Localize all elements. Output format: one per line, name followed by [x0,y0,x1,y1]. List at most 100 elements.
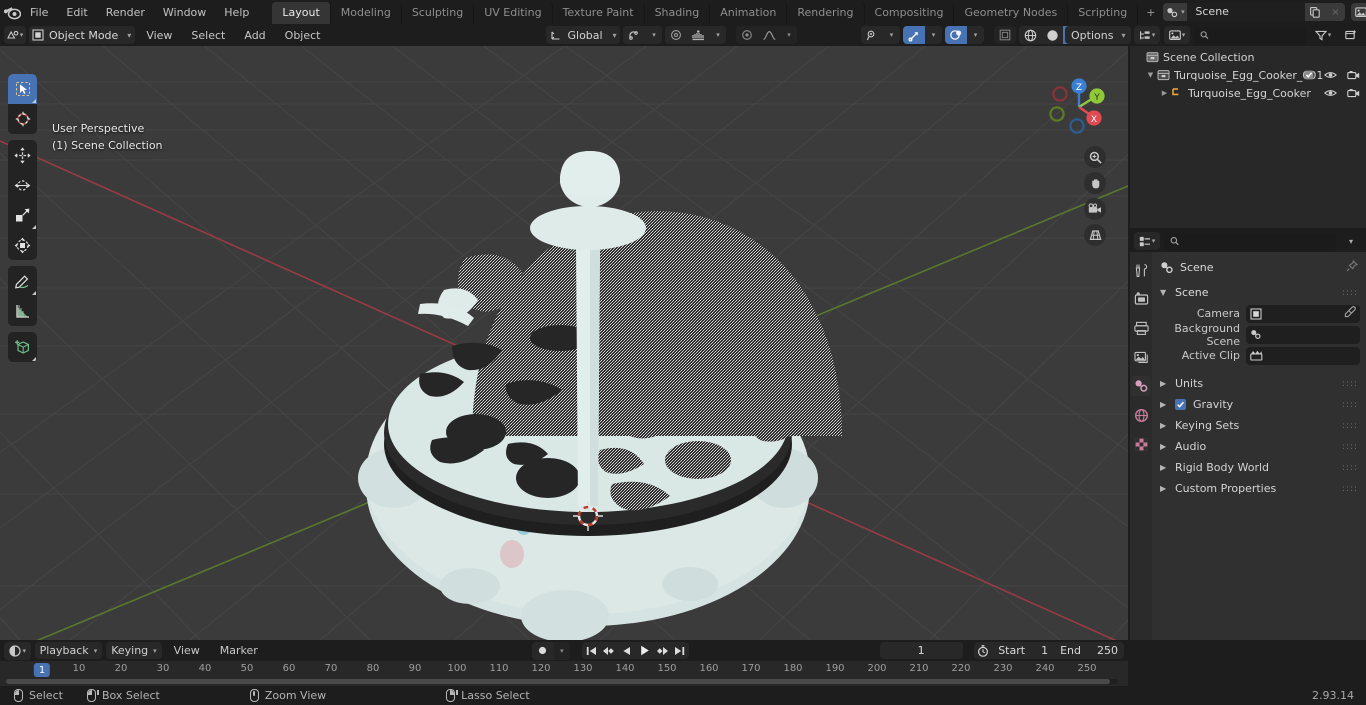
outliner-row-collection[interactable]: ▼ Turquoise_Egg_Cooker_001 [1130,66,1366,84]
tool-scale[interactable] [8,200,37,230]
gizmo-dropdown[interactable]: ▾ [925,26,942,44]
eye-icon[interactable] [1324,70,1337,80]
add-workspace-button[interactable]: + [1138,2,1163,24]
disclosure-triangle-icon[interactable]: ▼ [1144,71,1157,79]
transform-orientation-group[interactable]: Global ▾ [546,26,621,44]
menu-window[interactable]: Window [154,3,215,22]
tab-sculpting[interactable]: Sculpting [402,2,475,24]
shading-wireframe-icon[interactable] [1019,26,1041,44]
hand-icon[interactable] [1084,172,1106,194]
tool-add-cube[interactable] [8,332,37,362]
section-keying-sets[interactable]: ▶ Keying Sets :::: [1152,415,1366,436]
playhead-label[interactable]: 1 [33,663,51,677]
viewport-menu-object[interactable]: Object [277,26,329,45]
timeline-editor[interactable]: ▾ Playback ▾ Keying ▾ View Marker ▾ 1 St… [0,640,1128,686]
tab-modeling[interactable]: Modeling [331,2,402,24]
proportional-falloff-icon[interactable] [687,26,710,44]
use-preview-range-button[interactable] [974,642,992,659]
play-button[interactable] [635,642,653,659]
scene-panel-header[interactable]: ▼ Scene :::: [1152,283,1366,302]
properties-tab-tool[interactable] [1131,260,1151,280]
snap-group[interactable]: ▾ [623,26,663,44]
menu-render[interactable]: Render [97,3,154,22]
snap-dropdown[interactable]: ▾ [645,26,663,44]
properties-tab-texture[interactable] [1131,434,1151,454]
tool-transform[interactable] [8,230,37,260]
timeline-ruler[interactable]: 1 10 20 30 40 50 60 70 80 90 100 110 120… [0,661,1128,679]
gravity-checkbox[interactable] [1175,399,1186,410]
jump-to-start-button[interactable] [582,642,600,659]
proportional-editing-icon[interactable] [665,26,688,44]
record-group[interactable]: ▾ [531,641,571,660]
falloff-dropdown[interactable]: ▾ [780,26,798,44]
timeline-menu-view[interactable]: View [166,641,208,660]
3d-viewport[interactable]: User Perspective (1) Scene Collection Z … [0,46,1128,640]
proportional-dropdown[interactable]: ▾ [709,26,727,44]
options-dropdown[interactable]: Options ▾ [1065,26,1132,44]
properties-tab-output[interactable] [1131,318,1151,338]
timeline-scrollbar[interactable] [6,679,1118,684]
disclosure-triangle-icon[interactable]: ▶ [1160,463,1168,472]
outliner-new-collection-button[interactable] [1340,26,1362,44]
tab-compositing[interactable]: Compositing [865,2,955,24]
tab-geometry-nodes[interactable]: Geometry Nodes [954,2,1069,24]
xray-toggle-icon[interactable] [994,26,1016,44]
timeline-menu-marker[interactable]: Marker [212,641,266,660]
viewport-menu-view[interactable]: View [138,26,180,45]
outliner-editor-type-button[interactable]: ▾ [1134,26,1160,44]
blender-logo-icon[interactable] [4,1,21,23]
zoom-icon[interactable] [1084,146,1106,168]
previous-keyframe-button[interactable] [600,642,618,659]
pin-icon[interactable] [1346,259,1359,275]
tab-uv-editing[interactable]: UV Editing [474,2,553,24]
drag-handle-icon[interactable]: :::: [1342,463,1358,472]
visibility-group[interactable]: ▾ [861,26,900,44]
section-gravity[interactable]: ▶ Gravity :::: [1152,394,1366,415]
play-reverse-button[interactable] [618,642,636,659]
properties-tab-scene[interactable] [1131,376,1151,396]
disclosure-triangle-icon[interactable]: ▶ [1160,442,1168,451]
tool-cursor[interactable] [8,104,37,134]
keying-dropdown[interactable]: Keying ▾ [106,642,162,659]
navigation-gizmo[interactable]: Z Y X [1042,70,1116,144]
tool-move[interactable] [8,140,37,170]
scene-icon[interactable]: ▾ [1163,3,1188,21]
tab-shading[interactable]: Shading [645,2,711,24]
next-keyframe-button[interactable] [653,642,671,659]
outliner-search-input[interactable] [1194,26,1306,44]
camera-icon[interactable] [1347,70,1360,80]
playback-transport[interactable] [582,642,689,659]
outliner-row-object[interactable]: ▶ Turquoise_Egg_Cooker [1130,84,1366,102]
viewport-menu-add[interactable]: Add [236,26,273,45]
menu-edit[interactable]: Edit [57,3,96,22]
outliner-row-scene-collection[interactable]: Scene Collection [1130,48,1366,66]
frame-range-group[interactable]: Start 1 End 250 [974,642,1124,659]
editor-type-button[interactable]: ▾ [4,26,26,44]
drag-handle-icon[interactable]: :::: [1342,379,1358,388]
timeline-editor-type-button[interactable]: ▾ [4,641,31,660]
properties-tab-view-layer[interactable] [1131,347,1151,367]
shading-solid-icon[interactable] [1041,26,1063,44]
tool-annotate[interactable] [8,266,37,296]
section-custom-properties[interactable]: ▶ Custom Properties :::: [1152,478,1366,499]
visibility-dropdown[interactable]: ▾ [883,26,900,44]
tab-rendering[interactable]: Rendering [787,2,865,24]
section-rigid-body-world[interactable]: ▶ Rigid Body World :::: [1152,457,1366,478]
tool-measure[interactable] [8,296,37,326]
camera-icon[interactable] [1347,88,1360,98]
outliner-display-mode-button[interactable]: ▾ [1164,26,1190,44]
section-audio[interactable]: ▶ Audio :::: [1152,436,1366,457]
disclosure-triangle-icon[interactable]: ▼ [1160,288,1169,297]
camera-icon[interactable] [1084,198,1106,220]
extra-group[interactable]: ▾ [736,26,798,44]
auto-keying-button[interactable] [531,641,554,660]
gizmo-group[interactable]: ▾ [903,26,942,44]
disclosure-triangle-icon[interactable]: ▶ [1160,484,1168,493]
scene-name[interactable]: Scene [1187,3,1306,21]
tab-layout[interactable]: Layout [272,2,331,24]
eye-icon[interactable] [1324,88,1337,98]
tab-scripting[interactable]: Scripting [1068,2,1139,24]
scene-datablock[interactable]: ▾ Scene × [1163,3,1346,21]
properties-tab-render[interactable] [1131,289,1151,309]
falloff-curve-icon[interactable] [758,26,781,44]
